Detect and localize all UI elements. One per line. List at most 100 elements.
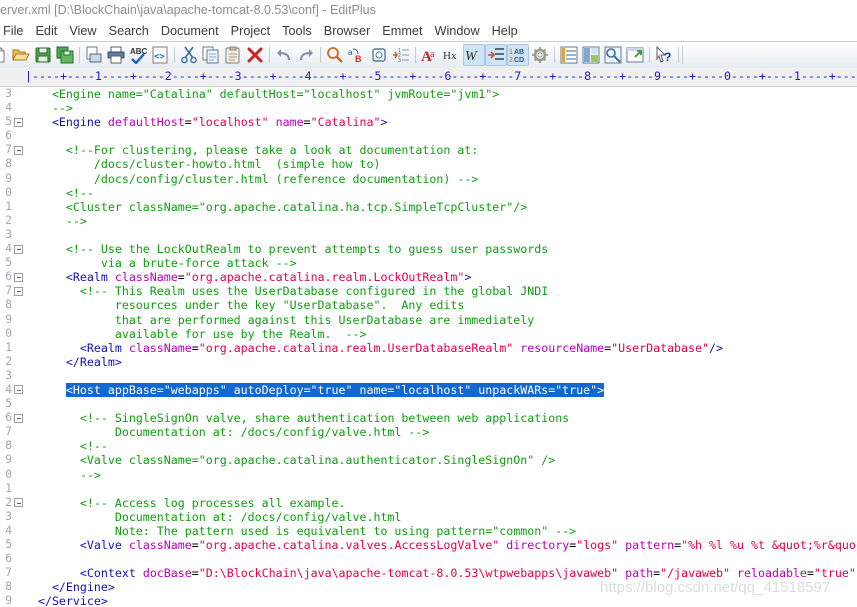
menu-item-view[interactable]: View	[63, 21, 102, 41]
code-line-selected[interactable]: <Host appBase="webapps" autoDeploy="true…	[10, 382, 857, 397]
menu-item-browser[interactable]: Browser	[318, 21, 377, 41]
hex-icon[interactable]: Hx	[441, 44, 463, 66]
code-line[interactable]	[10, 369, 857, 383]
code-line[interactable]: via a brute-force attack -->	[10, 256, 857, 270]
gutter-row[interactable]: 7	[0, 143, 26, 157]
gutter-row[interactable]: 2	[0, 355, 26, 369]
editor-area[interactable]: https://blog.csdn.net/qq_41518597 <Engin…	[0, 87, 857, 607]
menu-item-file[interactable]: File	[0, 21, 29, 41]
find-icon[interactable]	[324, 44, 346, 66]
new-file-icon[interactable]	[0, 44, 10, 66]
gutter-row[interactable]: 9	[0, 313, 26, 327]
code-line[interactable]: <!-- Access log processes all example.	[10, 496, 857, 510]
code-line[interactable]: <Valve className="org.apache.catalina.au…	[10, 453, 857, 467]
preview-icon[interactable]	[602, 44, 624, 66]
menu-item-project[interactable]: Project	[225, 21, 277, 41]
gutter-row[interactable]: 1	[0, 482, 26, 496]
word-wrap-icon[interactable]: W	[463, 44, 485, 66]
gutter-row[interactable]: 8	[0, 157, 26, 171]
gutter-row[interactable]: 3	[0, 510, 26, 524]
code-line[interactable]: -->	[10, 214, 857, 228]
settings-gear-icon[interactable]	[529, 44, 551, 66]
replace-icon[interactable]: aB	[346, 44, 368, 66]
code-line[interactable]: Note: The pattern used is equivalent to …	[10, 524, 857, 538]
code-line[interactable]	[10, 482, 857, 496]
gutter-row[interactable]: 9	[0, 172, 26, 186]
gutter-row[interactable]: 5	[0, 397, 26, 411]
gutter-row[interactable]: 7	[0, 425, 26, 439]
fold-collapse-icon[interactable]	[14, 286, 23, 296]
code-line[interactable]: <Valve className="org.apache.catalina.va…	[10, 538, 857, 552]
code-line[interactable]: /docs/config/cluster.html (reference doc…	[10, 172, 857, 186]
fold-collapse-icon[interactable]	[14, 385, 23, 395]
undo-icon[interactable]	[273, 44, 295, 66]
code-line[interactable]: </Service>	[10, 594, 857, 607]
menu-item-emmet[interactable]: Emmet	[376, 21, 428, 41]
code-line[interactable]: <!-- SingleSignOn valve, share authentic…	[10, 411, 857, 425]
gutter-row[interactable]: 3	[0, 87, 26, 101]
context-help-icon[interactable]: ?	[653, 44, 675, 66]
redo-icon[interactable]	[295, 44, 317, 66]
menu-item-search[interactable]: Search	[103, 21, 155, 41]
gutter-row[interactable]: 8	[0, 439, 26, 453]
spell-check-icon[interactable]: ABC	[127, 44, 149, 66]
fold-collapse-icon[interactable]	[14, 272, 23, 282]
gutter-row[interactable]: 9	[0, 453, 26, 467]
code-line[interactable]: </Engine>	[10, 580, 857, 594]
delete-icon[interactable]	[244, 44, 266, 66]
code-line[interactable]: <!-- Use the LockOutRealm to prevent att…	[10, 242, 857, 256]
code-line[interactable]: </Realm>	[10, 355, 857, 369]
browser-preview-icon[interactable]	[624, 44, 646, 66]
code-line[interactable]: <!--For clustering, please take a look a…	[10, 143, 857, 157]
open-folder-icon[interactable]	[10, 44, 32, 66]
code-line[interactable]: -->	[10, 468, 857, 482]
print-icon[interactable]	[105, 44, 127, 66]
gutter-row[interactable]: 5	[0, 538, 26, 552]
gutter-row[interactable]: 6	[0, 552, 26, 566]
fold-collapse-icon[interactable]	[14, 145, 23, 155]
line-number-gutter[interactable]: 34567890123456789012345678901234567890	[0, 87, 26, 607]
gutter-row[interactable]: 3	[0, 228, 26, 242]
gutter-row[interactable]: 8	[0, 580, 26, 594]
code-line[interactable]: <Realm className="org.apache.catalina.re…	[10, 341, 857, 355]
code-line[interactable]: /docs/cluster-howto.html (simple how to)	[10, 157, 857, 171]
gutter-row[interactable]: 4	[0, 524, 26, 538]
menu-item-document[interactable]: Document	[155, 21, 225, 41]
gutter-row[interactable]: 3	[0, 369, 26, 383]
font-color-icon[interactable]: Aa	[419, 44, 441, 66]
menu-item-tools[interactable]: Tools	[276, 21, 318, 41]
save-all-icon[interactable]	[54, 44, 76, 66]
fold-collapse-icon[interactable]	[14, 117, 23, 127]
gutter-row[interactable]: 4	[0, 242, 26, 256]
code-line[interactable]: <!-- This Realm uses the UserDatabase co…	[10, 284, 857, 298]
case-convert-icon[interactable]: 1 AB 2 CD	[507, 44, 529, 66]
gutter-row[interactable]: 6	[0, 411, 26, 425]
code-line[interactable]	[10, 397, 857, 411]
code-line[interactable]	[10, 552, 857, 566]
gutter-row[interactable]: 5	[0, 256, 26, 270]
gutter-row[interactable]: 2	[0, 496, 26, 510]
gutter-row[interactable]: 7	[0, 284, 26, 298]
code-text[interactable]: <Engine name="Catalina" defaultHost="loc…	[10, 87, 857, 607]
gutter-row[interactable]: 0	[0, 186, 26, 200]
code-line[interactable]	[10, 129, 857, 143]
gutter-row[interactable]: 1	[0, 200, 26, 214]
list-view-icon[interactable]	[558, 44, 580, 66]
cut-icon[interactable]	[178, 44, 200, 66]
save-icon[interactable]	[32, 44, 54, 66]
menu-item-window[interactable]: Window	[428, 21, 485, 41]
menu-item-edit[interactable]: Edit	[29, 21, 63, 41]
fold-collapse-icon[interactable]	[14, 413, 23, 423]
split-view-icon[interactable]	[580, 44, 602, 66]
gutter-row[interactable]: 1	[0, 341, 26, 355]
code-line[interactable]: <!--	[10, 439, 857, 453]
gutter-row[interactable]: 6	[0, 270, 26, 284]
menu-item-help[interactable]: Help	[486, 21, 524, 41]
code-line[interactable]: <Context docBase="D:\BlockChain\java\apa…	[10, 566, 857, 580]
gutter-row[interactable]: 4	[0, 383, 26, 397]
line-number-icon[interactable]: 123	[390, 44, 412, 66]
paste-icon[interactable]	[222, 44, 244, 66]
code-line[interactable]: available for use by the Realm. -->	[10, 327, 857, 341]
code-line[interactable]: <Engine defaultHost="localhost" name="Ca…	[10, 115, 857, 129]
goto-icon[interactable]	[368, 44, 390, 66]
